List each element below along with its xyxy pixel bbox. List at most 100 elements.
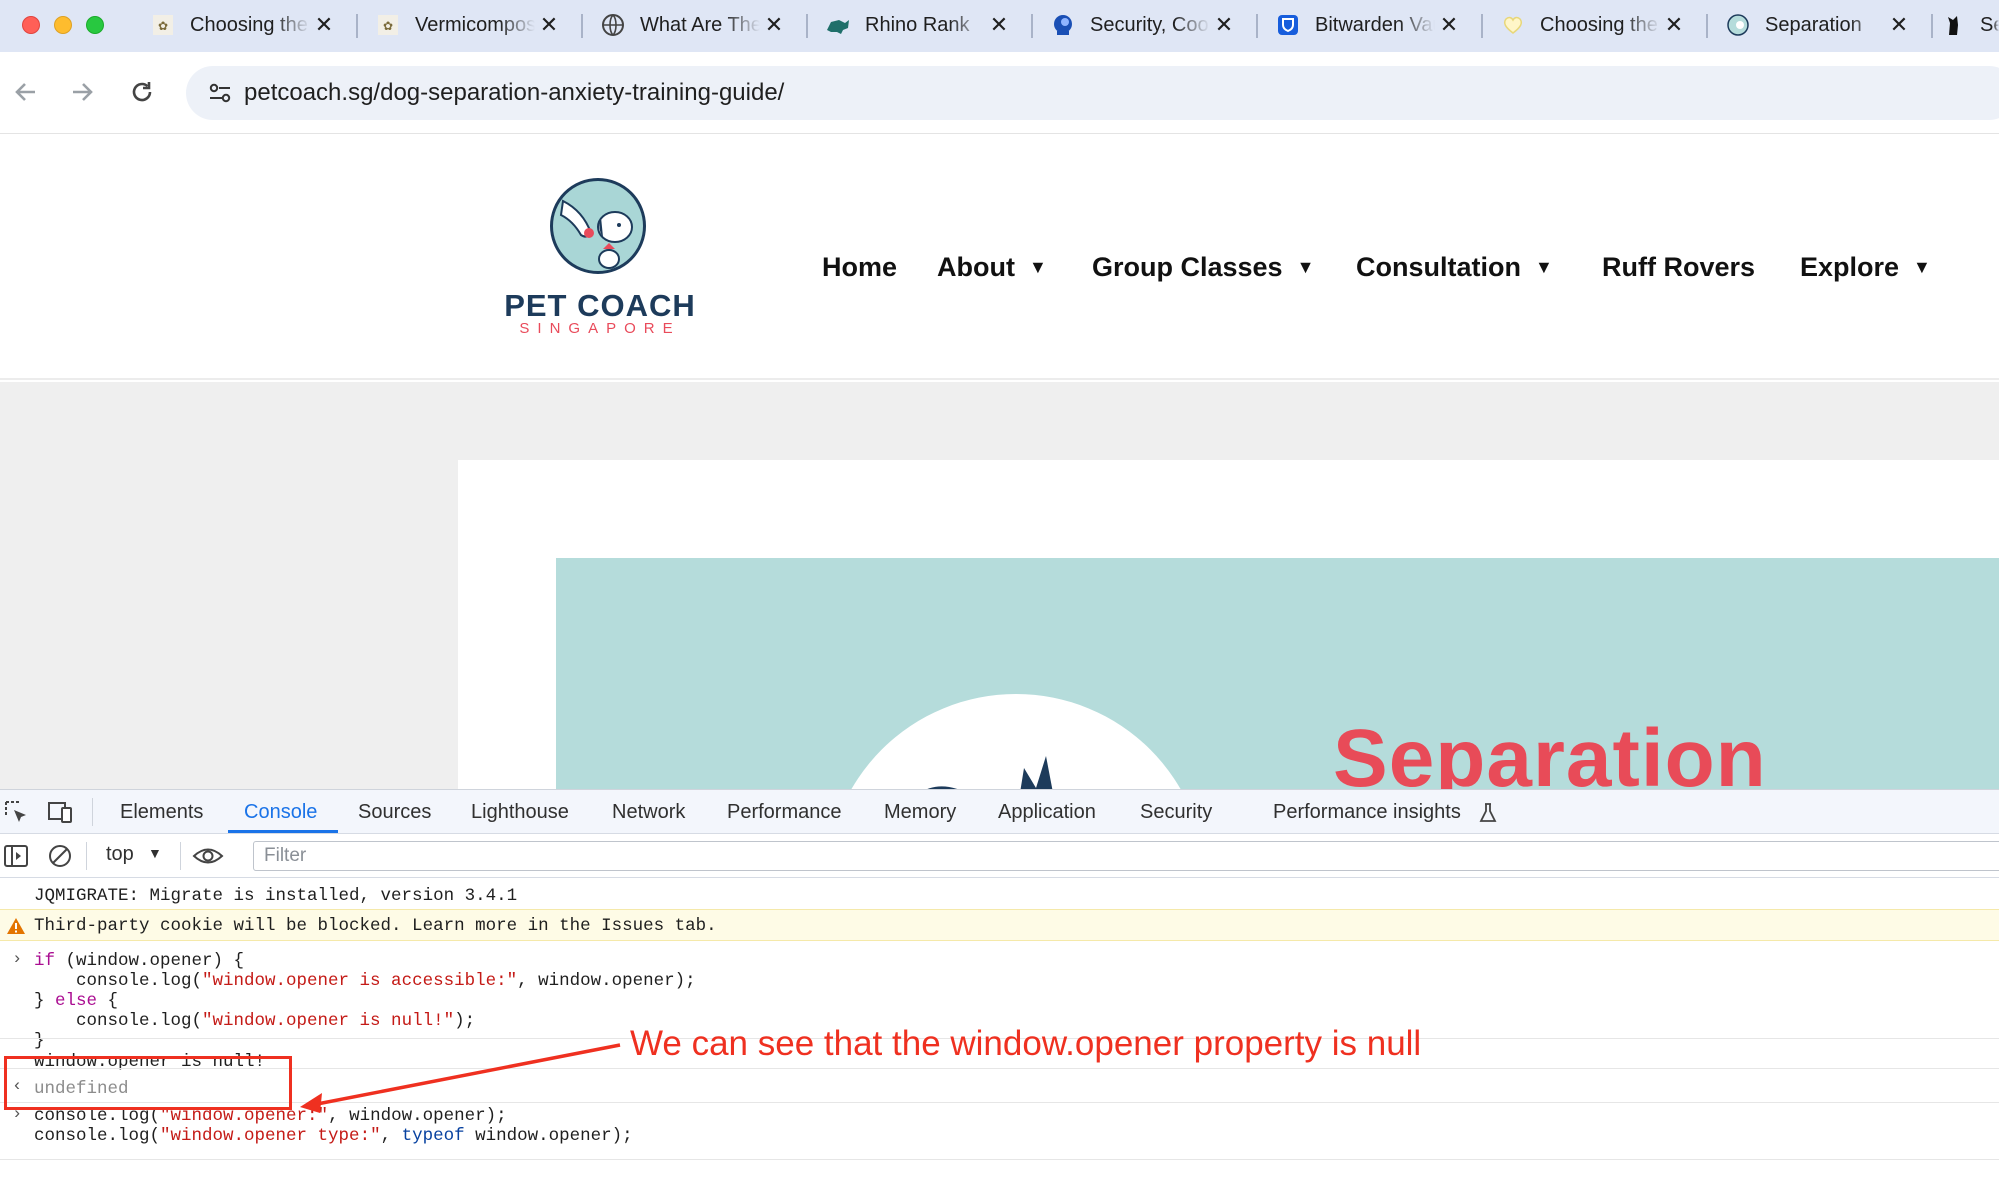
reload-button[interactable]: [122, 72, 162, 112]
tab-title: Security, Cookies: [1090, 13, 1210, 36]
browser-tab[interactable]: Rhino Rank ✕: [815, 6, 1035, 44]
logo-emblem-icon: [550, 178, 646, 274]
close-tab-icon[interactable]: ✕: [1887, 12, 1911, 38]
forward-button[interactable]: [62, 72, 102, 112]
browser-tab[interactable]: Se: [1930, 6, 1999, 44]
fullscreen-window-button[interactable]: [86, 16, 104, 34]
console-log: JQMIGRATE: Migrate is installed, version…: [34, 886, 518, 906]
filter-field[interactable]: [254, 842, 1999, 870]
svg-text:✿: ✿: [158, 19, 168, 33]
experiment-flask-icon: [1479, 803, 1497, 822]
inspect-element-icon[interactable]: [2, 798, 30, 826]
toolbar-divider: [86, 842, 87, 870]
close-window-button[interactable]: [22, 16, 40, 34]
active-tab-indicator: [228, 830, 338, 833]
eye-icon[interactable]: [192, 845, 224, 867]
devtools-panel: Elements Console Sources Lighthouse Netw…: [0, 789, 1999, 1199]
rhino-icon: [825, 12, 851, 38]
nav-home[interactable]: Home: [822, 252, 897, 283]
tab-divider: [806, 14, 808, 38]
tab-title: Choosing the: [1540, 13, 1658, 36]
tab-title: Choosing the Right: [190, 13, 310, 36]
close-tab-icon[interactable]: ✕: [1212, 12, 1236, 38]
arrow-right-icon: [73, 83, 93, 101]
hero-title: Separation: [1333, 713, 1767, 789]
toolbar-divider: [180, 842, 181, 870]
device-toolbar-icon[interactable]: [46, 798, 74, 826]
tab-console[interactable]: Console: [244, 801, 317, 824]
browser-tab[interactable]: Bitwarden Vault ✕: [1265, 6, 1485, 44]
tab-title: What Are They: [640, 13, 760, 36]
annotation-highlight-box: [4, 1056, 292, 1110]
annotation-arrow-icon: [300, 1043, 621, 1113]
tab-divider: [356, 14, 358, 38]
arrow-left-icon: [15, 83, 35, 101]
nav-label: Explore: [1800, 252, 1900, 282]
tab-sources[interactable]: Sources: [358, 801, 431, 824]
site-header: PET COACH SINGAPORE Home About ▼ Group C…: [0, 134, 1999, 380]
context-selector[interactable]: top: [106, 843, 134, 866]
tab-security[interactable]: Security: [1140, 801, 1212, 824]
browser-tab[interactable]: ✿ Vermicomposting ✕: [365, 6, 585, 44]
pet-coach-logo[interactable]: PET COACH SINGAPORE: [500, 178, 700, 337]
console-code-line[interactable]: }: [34, 1031, 45, 1051]
annotation-text: We can see that the window.opener proper…: [630, 1024, 1422, 1063]
tab-divider: [1706, 14, 1708, 38]
tab-elements[interactable]: Elements: [120, 801, 203, 824]
hero-dog-icon: [927, 756, 1053, 789]
svg-text:✿: ✿: [383, 19, 393, 33]
tab-performance[interactable]: Performance: [727, 801, 842, 824]
nav-ruff-rovers[interactable]: Ruff Rovers: [1602, 252, 1755, 283]
tab-title: Vermicomposting: [415, 13, 535, 36]
nav-explore[interactable]: Explore ▼: [1800, 252, 1931, 283]
console-code-line[interactable]: if (window.opener) {: [34, 951, 244, 971]
close-tab-icon[interactable]: ✕: [1437, 12, 1461, 38]
caret-down-icon: ▼: [1913, 257, 1931, 277]
close-tab-icon[interactable]: ✕: [312, 12, 336, 38]
close-tab-icon[interactable]: ✕: [762, 12, 786, 38]
caret-down-icon: ▼: [1028, 257, 1047, 277]
console-code-line[interactable]: console.log("window.opener is accessible…: [34, 971, 696, 991]
back-button[interactable]: [6, 72, 46, 112]
tab-application[interactable]: Application: [998, 801, 1096, 824]
browser-tab[interactable]: Security, Cookies ✕: [1040, 6, 1260, 44]
browser-tab[interactable]: What Are They ✕: [590, 6, 810, 44]
close-tab-icon[interactable]: ✕: [1662, 12, 1686, 38]
caret-down-icon: ▼: [1534, 257, 1553, 277]
close-tab-icon[interactable]: ✕: [987, 12, 1011, 38]
console-code-line[interactable]: } else {: [34, 991, 118, 1011]
nav-about[interactable]: About ▼: [937, 252, 1047, 283]
nav-label: Consultation: [1356, 252, 1521, 282]
reload-icon: [132, 82, 152, 102]
nav-label: Home: [822, 252, 898, 282]
nav-consultation[interactable]: Consultation ▼: [1356, 252, 1553, 283]
console-code-line[interactable]: console.log("window.opener type:", typeo…: [34, 1126, 633, 1146]
pet-coach-favicon-icon: ✿: [375, 12, 401, 38]
address-bar[interactable]: petcoach.sg/dog-separation-anxiety-train…: [186, 66, 1999, 120]
minimize-window-button[interactable]: [54, 16, 72, 34]
browser-tab[interactable]: ✿ Choosing the Right ✕: [140, 6, 360, 44]
browser-tab[interactable]: Choosing the ✕: [1490, 6, 1710, 44]
filter-input[interactable]: [253, 841, 1999, 871]
toolbar-divider: [92, 798, 93, 826]
close-tab-icon[interactable]: ✕: [537, 12, 561, 38]
console-warning-row: Third-party cookie will be blocked. Lear…: [0, 909, 1999, 941]
logo-title: PET COACH: [504, 288, 696, 323]
site-settings-icon[interactable]: [206, 79, 234, 107]
browser-tab[interactable]: Separation ✕: [1715, 6, 1935, 44]
tab-memory[interactable]: Memory: [884, 801, 956, 824]
clear-console-icon[interactable]: [48, 844, 72, 868]
shield-head-icon: [1050, 12, 1076, 38]
tab-title: Bitwarden Vault: [1315, 13, 1435, 36]
dog-icon: [1940, 12, 1966, 38]
tab-lighthouse[interactable]: Lighthouse: [471, 801, 569, 824]
nav-group-classes[interactable]: Group Classes ▼: [1092, 252, 1314, 283]
caret-down-icon[interactable]: ▼: [148, 845, 162, 861]
console-warning: Third-party cookie will be blocked. Lear…: [34, 916, 717, 936]
tab-performance-insights[interactable]: Performance insights: [1273, 801, 1461, 824]
tab-network[interactable]: Network: [612, 801, 685, 824]
nav-label: Ruff Rovers: [1602, 252, 1756, 282]
console-code-line[interactable]: console.log("window.opener is null!");: [34, 1011, 475, 1031]
tab-strip: ✿ Choosing the Right ✕ ✿ Vermicomposting…: [0, 0, 1999, 52]
show-sidebar-icon[interactable]: [4, 845, 28, 867]
